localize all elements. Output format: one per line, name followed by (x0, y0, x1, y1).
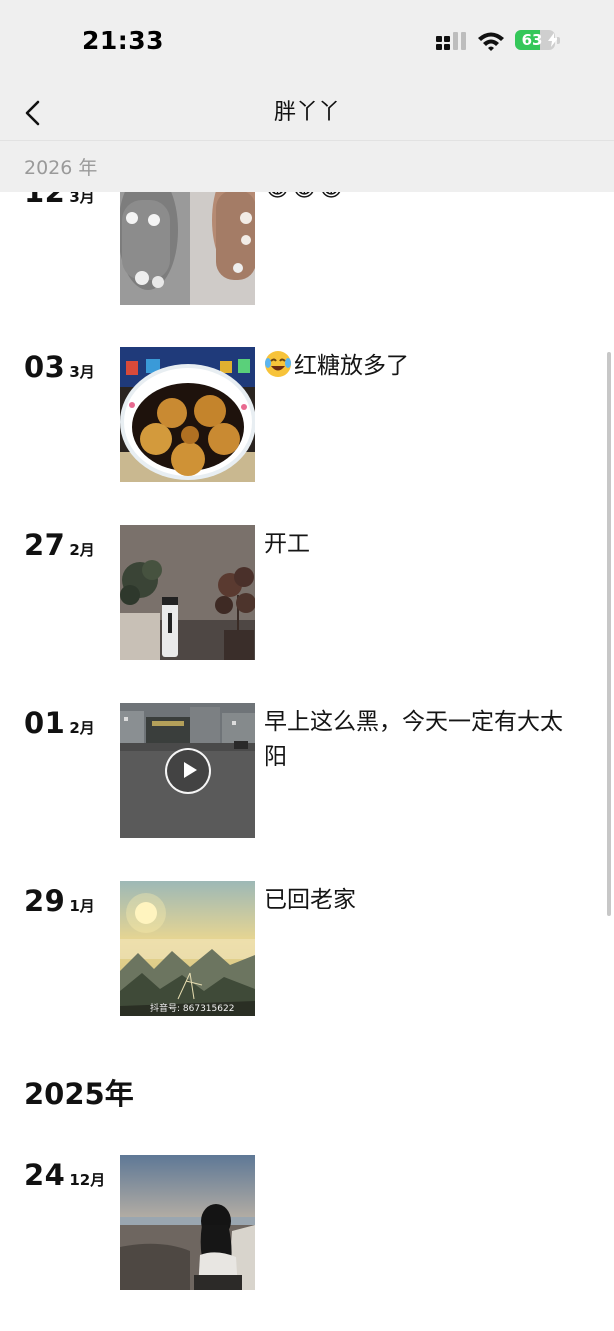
moment-post[interactable]: 24 12月 (0, 1155, 614, 1295)
post-month: 2月 (69, 541, 95, 559)
scrollbar[interactable] (607, 352, 611, 916)
cellular-signal-icon (436, 32, 466, 50)
post-video-thumbnail[interactable] (120, 703, 255, 838)
post-date: 27 2月 (24, 528, 95, 562)
post-caption: 已回老家 (264, 887, 356, 913)
moment-post[interactable]: 27 2月 开工 (0, 525, 614, 665)
moments-feed[interactable]: 12 3月 03 3月 红糖放多了 27 2月 开工 01 2月 早上这么黑，今… (0, 0, 614, 1331)
post-thumbnail[interactable] (120, 525, 255, 660)
post-caption: 早上这么黑，今天一定有大太阳 (264, 709, 563, 770)
office-plants-photo (120, 525, 255, 660)
seaside-girl-photo (120, 1155, 255, 1290)
post-day: 29 (24, 884, 66, 918)
wifi-icon (478, 32, 504, 51)
play-icon[interactable] (165, 748, 211, 794)
header: 21:33 63 胖丫丫 2026 年 (0, 0, 614, 192)
battery-level: 63 (521, 31, 543, 49)
page-title: 胖丫丫 (273, 100, 340, 125)
post-date: 24 12月 (24, 1158, 105, 1192)
battery-cap (557, 37, 560, 44)
post-thumbnail[interactable] (120, 1155, 255, 1290)
post-thumbnail[interactable] (120, 347, 255, 482)
post-caption: 红糖放多了 (264, 349, 564, 384)
post-thumbnail[interactable]: 抖音号: 867315622 (120, 881, 255, 1016)
sticky-year-label: 2026 年 (24, 157, 98, 179)
year-heading: 2025年 (24, 1077, 134, 1111)
battery-indicator: 63 (515, 30, 562, 52)
post-day: 27 (24, 528, 66, 562)
post-month: 2月 (69, 719, 95, 737)
post-date: 03 3月 (24, 350, 95, 384)
post-date: 01 2月 (24, 706, 95, 740)
post-date: 29 1月 (24, 884, 95, 918)
post-caption-text: 红糖放多了 (294, 353, 409, 379)
post-day: 24 (24, 1158, 66, 1192)
post-day: 01 (24, 706, 66, 740)
sticky-year-bar: 2026 年 (0, 140, 614, 192)
status-time: 21:33 (82, 26, 165, 55)
moments-album-screen: 12 3月 03 3月 红糖放多了 27 2月 开工 01 2月 早上这么黑，今… (0, 0, 614, 1331)
mountain-sunrise-photo (120, 881, 255, 1016)
post-month: 1月 (69, 897, 95, 915)
tangyuan-bowl-photo (120, 347, 255, 482)
moment-post[interactable]: 29 1月 抖音号: 867315622 已回老家 (0, 881, 614, 1021)
moment-post[interactable]: 03 3月 红糖放多了 (0, 347, 614, 487)
douyin-watermark: 抖音号: 867315622 (150, 1004, 235, 1014)
post-month: 3月 (69, 363, 95, 381)
moment-post[interactable]: 01 2月 早上这么黑，今天一定有大太阳 (0, 703, 614, 843)
status-bar: 21:33 63 (0, 0, 614, 84)
navigation-bar: 胖丫丫 (0, 84, 614, 140)
post-day: 03 (24, 350, 66, 384)
rolling-laughing-emoji-icon (265, 351, 291, 377)
post-month: 12月 (69, 1171, 106, 1189)
post-caption: 开工 (264, 531, 310, 557)
